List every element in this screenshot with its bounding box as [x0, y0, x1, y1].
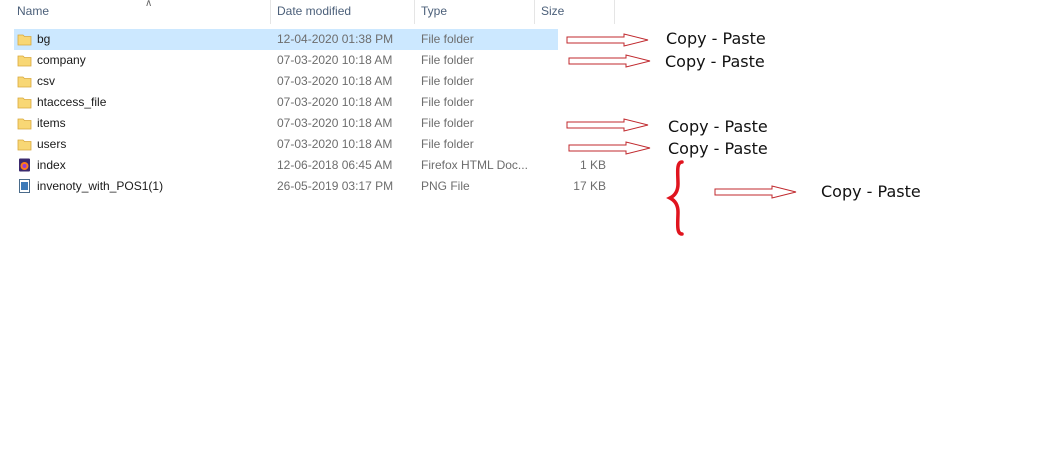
column-header-name-label: Name	[17, 4, 50, 18]
file-row[interactable]: csv 07-03-2020 10:18 AM File folder	[14, 71, 558, 92]
file-name: users	[37, 137, 67, 151]
annotation-label: Copy - Paste	[668, 139, 768, 158]
file-row[interactable]: invenoty_with_POS1(1) 26-05-2019 03:17 P…	[14, 176, 606, 197]
file-date: 07-03-2020 10:18 AM	[277, 137, 393, 151]
folder-icon	[17, 55, 32, 67]
folder-icon	[17, 76, 32, 88]
file-row[interactable]: bg 12-04-2020 01:38 PM File folder	[14, 29, 558, 50]
file-type: File folder	[421, 74, 474, 88]
column-header-size[interactable]: Size	[535, 0, 615, 24]
column-header-type-label: Type	[421, 4, 448, 18]
file-size	[554, 92, 606, 113]
column-header-type[interactable]: Type	[415, 0, 535, 24]
file-row[interactable]: company 07-03-2020 10:18 AM File folder	[14, 50, 558, 71]
file-name: company	[37, 53, 86, 67]
folder-icon	[17, 118, 32, 130]
file-type: File folder	[421, 137, 474, 151]
column-header-date[interactable]: Date modified	[271, 0, 415, 24]
annotation-arrow-icon	[566, 118, 649, 132]
file-row[interactable]: users 07-03-2020 10:18 AM File folder	[14, 134, 558, 155]
file-date: 07-03-2020 10:18 AM	[277, 116, 393, 130]
curly-brace-icon	[666, 160, 684, 236]
file-date: 26-05-2019 03:17 PM	[277, 179, 394, 193]
file-type: File folder	[421, 116, 474, 130]
file-name: invenoty_with_POS1(1)	[37, 179, 164, 193]
annotation-label: Copy - Paste	[821, 182, 921, 201]
png-file-icon	[19, 179, 30, 193]
annotation-label: Copy - Paste	[668, 117, 768, 136]
folder-icon	[17, 139, 32, 151]
file-date: 12-04-2020 01:38 PM	[277, 32, 394, 46]
file-name: index	[37, 158, 66, 172]
annotation-arrow-icon	[566, 33, 649, 47]
file-date: 07-03-2020 10:18 AM	[277, 95, 393, 109]
file-name: csv	[37, 74, 55, 88]
file-row[interactable]: items 07-03-2020 10:18 AM File folder	[14, 113, 558, 134]
folder-icon	[17, 34, 32, 46]
annotation-label: Copy - Paste	[666, 29, 766, 48]
annotation-arrow-icon	[568, 54, 651, 68]
file-type: File folder	[421, 53, 474, 67]
annotation-arrow-icon	[714, 185, 797, 199]
file-date: 07-03-2020 10:18 AM	[277, 53, 393, 67]
file-type: PNG File	[421, 179, 470, 193]
file-type: Firefox HTML Doc...	[421, 158, 528, 172]
file-row[interactable]: index 12-06-2018 06:45 AM Firefox HTML D…	[14, 155, 606, 176]
file-name: htaccess_file	[37, 95, 107, 109]
file-size: 1 KB	[579, 158, 606, 172]
file-type: File folder	[421, 95, 474, 109]
file-name: items	[37, 116, 66, 130]
column-header-bar: Name ∧ Date modified Type Size	[0, 0, 615, 24]
file-date: 12-06-2018 06:45 AM	[277, 158, 393, 172]
file-name: bg	[37, 32, 51, 46]
column-header-date-label: Date modified	[277, 4, 352, 18]
file-row[interactable]: htaccess_file 07-03-2020 10:18 AM File f…	[14, 92, 558, 113]
file-size: 17 KB	[573, 179, 606, 193]
folder-icon	[17, 97, 32, 109]
file-size	[554, 71, 606, 92]
annotation-label: Copy - Paste	[665, 52, 765, 71]
file-date: 07-03-2020 10:18 AM	[277, 74, 393, 88]
firefox-html-icon	[19, 158, 30, 172]
annotation-arrow-icon	[568, 141, 651, 155]
file-type: File folder	[421, 32, 474, 46]
sort-chevron-icon: ∧	[145, 0, 153, 9]
column-header-name[interactable]: Name ∧	[11, 0, 271, 24]
column-header-size-label: Size	[541, 4, 565, 18]
